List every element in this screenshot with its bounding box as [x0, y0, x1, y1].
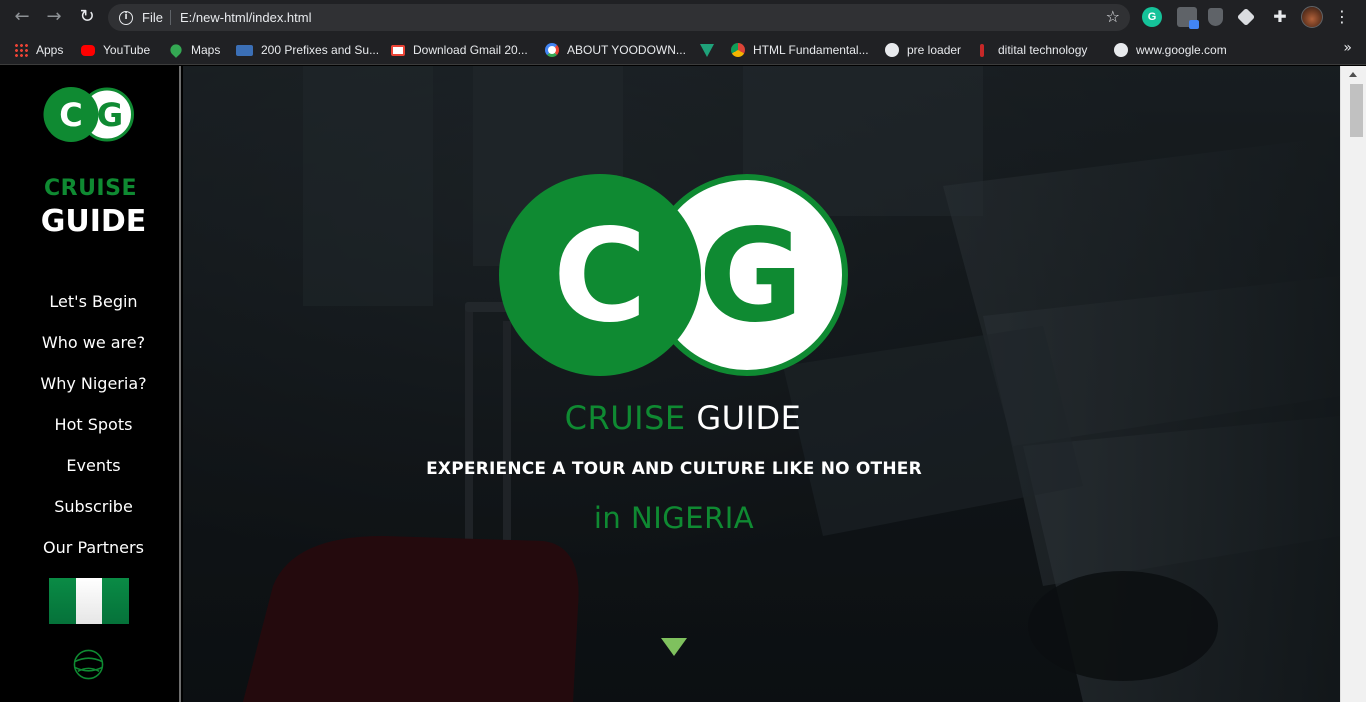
bookmark-apps[interactable]: Apps	[14, 41, 63, 59]
hero-title-guide: GUIDE	[696, 399, 802, 437]
scroll-up-arrow-icon[interactable]	[1349, 72, 1357, 77]
maps-pin-icon	[168, 42, 184, 58]
bookmark-label: Download Gmail 20...	[413, 43, 528, 57]
sidebar: C G CRUISE GUIDE Let's Begin Who we are?…	[0, 66, 181, 702]
gmail-icon	[391, 44, 405, 56]
chrome-icon	[731, 43, 745, 57]
dbt-icon	[236, 44, 253, 56]
nav-why-nigeria[interactable]: Why Nigeria?	[0, 372, 187, 413]
bookmark-pin-icon	[980, 43, 984, 57]
shield-extension-icon[interactable]	[1208, 8, 1223, 26]
address-url[interactable]: E:/new-html/index.html	[180, 9, 312, 26]
hero-logo-letter-c: C	[553, 202, 647, 351]
logo-letter-c: C	[59, 96, 82, 134]
bookmark-label: www.google.com	[1136, 43, 1227, 57]
bookmark-youtube[interactable]: YouTube	[81, 41, 150, 59]
apps-grid-icon	[14, 43, 28, 57]
extensions-puzzle-icon[interactable]: ✚	[1270, 7, 1290, 27]
bookmark-label: ABOUT YOODOWN...	[567, 43, 686, 57]
bookmark-label: YouTube	[103, 43, 151, 57]
bookmark-label: Maps	[191, 43, 221, 57]
browser-toolbar: ← → ↻ i File E:/new-html/index.html ☆ G …	[0, 0, 1366, 34]
sidebar-nav: Let's Begin Who we are? Why Nigeria? Hot…	[0, 290, 187, 577]
nav-hot-spots[interactable]: Hot Spots	[0, 413, 187, 454]
page-viewport: C G CRUISE GUIDE Let's Begin Who we are?…	[0, 66, 1366, 702]
google-icon	[545, 43, 559, 57]
globe-icon	[885, 43, 899, 57]
cruise-guide-logo-icon[interactable]: C G	[43, 87, 135, 142]
nav-who-we-are[interactable]: Who we are?	[0, 331, 187, 372]
nav-lets-begin[interactable]: Let's Begin	[0, 290, 187, 331]
bookmark-pre-loader[interactable]: pre loader	[885, 41, 961, 59]
bookmark-html-fundamentals[interactable]: HTML Fundamental...	[731, 41, 869, 59]
globe-icon[interactable]	[73, 649, 104, 680]
hero-section: C G CRUISE GUIDE EXPERIENCE A TOUR AND C…	[183, 66, 1340, 702]
reload-button[interactable]: ↻	[76, 7, 98, 27]
bookmark-label: 200 Prefixes and Su...	[261, 43, 380, 57]
bookmark-maps[interactable]: Maps	[168, 41, 221, 59]
scrollbar-thumb[interactable]	[1350, 84, 1363, 137]
brand-cruise: CRUISE	[43, 176, 137, 201]
back-button[interactable]: ←	[11, 7, 33, 27]
bookmark-digital-technology[interactable]: ditital technology	[980, 41, 1087, 59]
bookmarks-bar: Apps YouTube Maps 200 Prefixes and Su...…	[0, 34, 1366, 65]
info-icon[interactable]: i	[119, 11, 133, 25]
hero-logo-letter-g: G	[698, 202, 803, 351]
address-bar[interactable]: i File E:/new-html/index.html ☆	[108, 4, 1130, 31]
hero-title: CRUISE GUIDE	[183, 398, 1183, 438]
vuetify-icon	[700, 43, 714, 57]
youtube-icon	[81, 44, 95, 56]
address-scheme: File	[142, 10, 163, 25]
bookmark-yoodown[interactable]: ABOUT YOODOWN...	[545, 41, 686, 59]
page-scrollbar[interactable]	[1340, 66, 1366, 702]
hero-subtitle: in NIGERIA	[593, 501, 755, 535]
logo-letter-g: G	[97, 96, 123, 134]
profile-avatar[interactable]	[1301, 6, 1323, 28]
bookmark-prefixes[interactable]: 200 Prefixes and Su...	[236, 41, 379, 59]
nav-events[interactable]: Events	[0, 454, 187, 495]
bookmark-vuetify[interactable]	[700, 41, 722, 59]
bookmark-label: HTML Fundamental...	[753, 43, 869, 57]
bookmark-label: Apps	[36, 43, 64, 57]
hero-title-cruise: CRUISE	[564, 399, 686, 437]
bookmark-label: ditital technology	[998, 43, 1088, 57]
scroll-down-arrow-icon[interactable]	[661, 638, 687, 656]
hero-darken-overlay	[183, 66, 1340, 702]
bookmark-gmail[interactable]: Download Gmail 20...	[391, 41, 528, 59]
grammarly-extension-icon[interactable]: G	[1142, 7, 1162, 27]
hero-tagline: EXPERIENCE A TOUR AND CULTURE LIKE NO OT…	[426, 459, 922, 479]
nigeria-flag-icon[interactable]	[49, 578, 130, 624]
nav-our-partners[interactable]: Our Partners	[0, 536, 187, 577]
bookmark-star-icon[interactable]: ☆	[1106, 7, 1120, 27]
bookmark-label: pre loader	[907, 43, 962, 57]
bookmark-google[interactable]: www.google.com	[1114, 41, 1227, 59]
nav-subscribe[interactable]: Subscribe	[0, 495, 187, 536]
cube-extension-icon[interactable]	[1236, 7, 1256, 27]
bookmarks-overflow-icon[interactable]: »	[1343, 40, 1352, 56]
screen-extension-icon[interactable]	[1177, 7, 1199, 29]
globe-icon	[1114, 43, 1128, 57]
cruise-guide-hero-logo-icon: C G	[499, 174, 848, 376]
browser-menu-icon[interactable]: ⋮	[1334, 7, 1350, 27]
address-divider	[170, 10, 171, 25]
brand-guide: GUIDE	[40, 204, 147, 239]
forward-button[interactable]: →	[43, 7, 65, 27]
